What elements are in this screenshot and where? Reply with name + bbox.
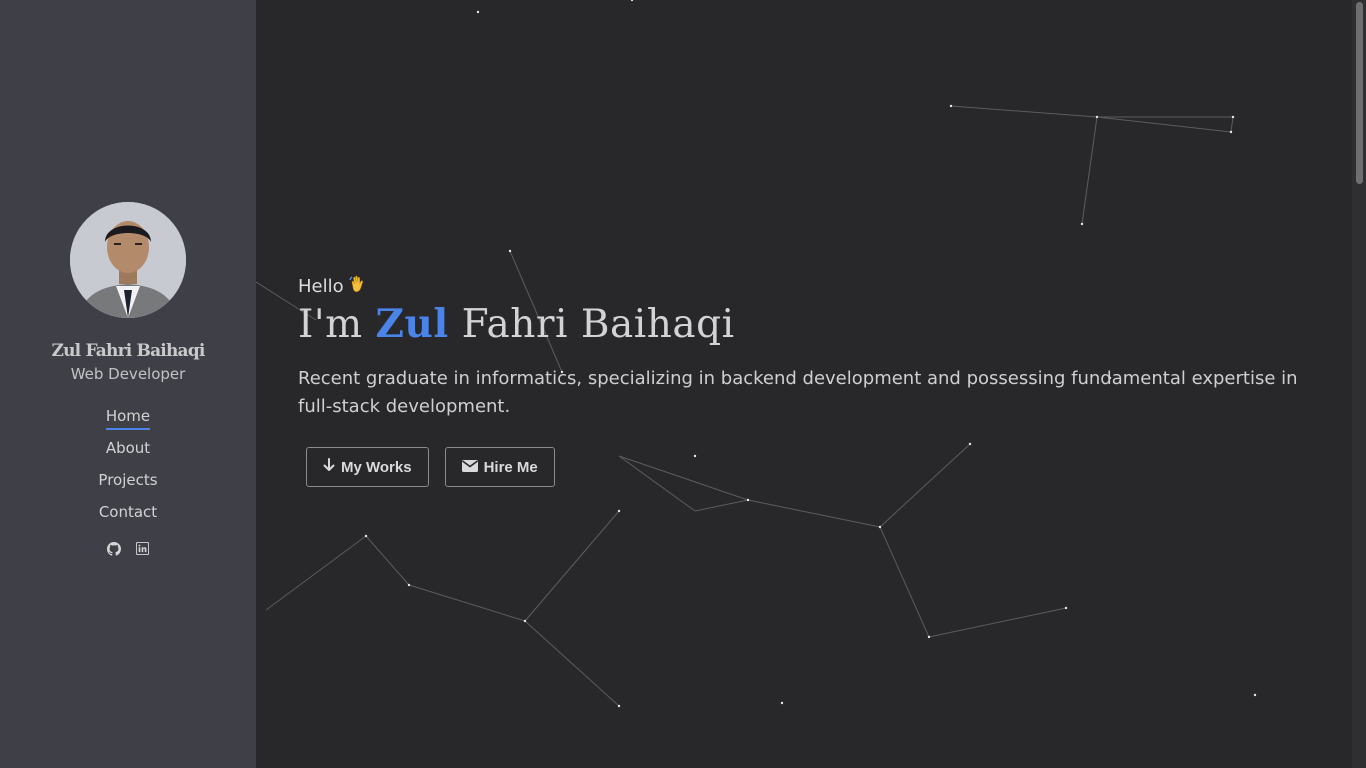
- social-links: [107, 542, 149, 556]
- headline-prefix: I'm: [298, 302, 363, 347]
- hero-section: Hello I'm Zul Fahri Baihaqi Recent gradu…: [298, 274, 1318, 487]
- avatar: [70, 202, 186, 318]
- scrollbar-thumb[interactable]: [1356, 2, 1363, 184]
- nav-item-projects[interactable]: Projects: [98, 469, 157, 501]
- arrow-down-icon: [323, 458, 335, 476]
- linkedin-icon[interactable]: [136, 542, 149, 556]
- hero-buttons: My Works Hire Me: [306, 447, 1318, 487]
- github-icon[interactable]: [107, 542, 121, 556]
- my-works-label: My Works: [341, 458, 412, 476]
- hire-me-button[interactable]: Hire Me: [444, 447, 555, 487]
- main-content: Hello I'm Zul Fahri Baihaqi Recent gradu…: [256, 0, 1366, 768]
- envelope-icon: [461, 459, 478, 476]
- greeting: Hello: [298, 274, 1318, 299]
- profile-role: Web Developer: [70, 365, 186, 383]
- waving-hand-icon: [348, 274, 368, 299]
- my-works-button[interactable]: My Works: [306, 447, 429, 487]
- headline-accent-name: Zul: [375, 301, 449, 347]
- profile-name: Zul Fahri Baihaqi: [51, 341, 206, 361]
- greeting-text: Hello: [298, 276, 344, 297]
- hire-me-label: Hire Me: [483, 458, 538, 476]
- nav-item-home[interactable]: Home: [105, 405, 151, 437]
- sidebar: Zul Fahri Baihaqi Web Developer Home Abo…: [0, 0, 256, 768]
- hero-headline: I'm Zul Fahri Baihaqi: [298, 301, 1318, 347]
- nav-item-about[interactable]: About: [106, 437, 150, 469]
- headline-rest: Fahri Baihaqi: [461, 302, 735, 347]
- nav-item-contact[interactable]: Contact: [99, 501, 157, 533]
- sidebar-nav: Home About Projects Contact: [98, 405, 157, 533]
- page-scrollbar[interactable]: [1352, 0, 1366, 768]
- hero-description: Recent graduate in informatics, speciali…: [298, 368, 1298, 417]
